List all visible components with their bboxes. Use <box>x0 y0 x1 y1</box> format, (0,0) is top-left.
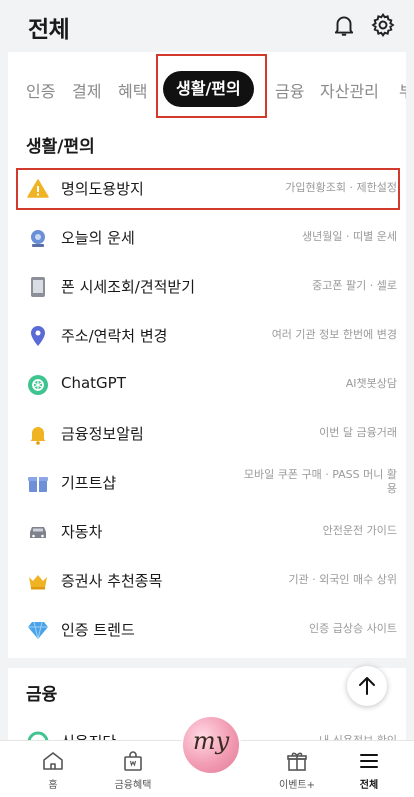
list-item-car[interactable]: 자동차 안전운전 가이드 <box>8 508 406 557</box>
category-tabs: 인증 결제 혜택 생활/편의 금융 자산관리 부 <box>8 52 406 124</box>
list-item-sub: 여러 기관 정보 한번에 변경 <box>271 328 397 341</box>
list-item-sub: 인증 급상승 사이트 <box>309 622 397 635</box>
my-button[interactable]: my <box>181 715 241 775</box>
car-icon <box>30 527 46 538</box>
fortune-icon <box>31 230 45 247</box>
nav-label: 전체 <box>359 780 379 791</box>
list-item-sub: AI챗봇상담 <box>345 377 397 390</box>
tab-asset[interactable]: 자산관리 <box>320 78 379 102</box>
list-item-stock-picks[interactable]: 증권사 추천종목 기관 · 외국인 매수 상위 <box>8 557 406 606</box>
my-logo-text: my <box>192 727 230 755</box>
list-item-sub: 이번 달 금융거래 <box>319 426 397 439</box>
list-item-label: 자동차 <box>61 523 103 541</box>
list-item-gift-shop[interactable]: 기프트샵 모바일 쿠폰 구매 · PASS 머니 활용 <box>8 459 406 508</box>
list-item-sub: 중고폰 팔기 · 셀로 <box>312 279 397 292</box>
location-pin-icon <box>31 326 45 346</box>
list-item-label: ChatGPT <box>61 374 126 392</box>
bell-icon <box>30 427 46 445</box>
tab-payment[interactable]: 결제 <box>72 78 101 102</box>
chatgpt-icon <box>28 375 48 395</box>
list-item-label: 폰 시세조회/견적받기 <box>61 278 196 296</box>
header: 전체 <box>0 0 414 52</box>
tab-benefit[interactable]: 혜택 <box>118 78 147 102</box>
list-item-sub: 생년월일 · 띠별 운세 <box>302 230 397 243</box>
list-item-sub: 모바일 쿠폰 구매 · PASS 머니 활용 <box>243 468 397 495</box>
home-icon <box>43 752 63 770</box>
phone-icon <box>31 277 45 297</box>
list-item-label: 증권사 추천종목 <box>61 572 163 590</box>
section-title-life: 생활/편의 <box>26 137 95 157</box>
list-item-sub: 안전운전 가이드 <box>322 524 397 537</box>
list-item-address-change[interactable]: 주소/연락처 변경 여러 기관 정보 한번에 변경 <box>8 312 406 361</box>
content-card: 인증 결제 혜택 생활/편의 금융 자산관리 부 생활/편의 명의도용방지 가입… <box>8 52 406 744</box>
list-item-auth-trend[interactable]: 인증 트렌드 인증 급상승 사이트 <box>8 606 406 655</box>
tab-more[interactable]: 부 <box>399 78 406 102</box>
gear-icon[interactable] <box>370 12 396 38</box>
list-item-label: 기프트샵 <box>61 474 117 492</box>
nav-finance-benefit[interactable]: 금융혜택 <box>98 749 168 791</box>
section-title-finance: 금융 <box>26 685 58 705</box>
list-item-fortune[interactable]: 오늘의 운세 생년월일 · 띠별 운세 <box>8 214 406 263</box>
arrow-up-icon <box>359 677 375 695</box>
gift-icon <box>287 752 307 771</box>
nav-home[interactable]: 홈 <box>18 749 88 791</box>
scroll-to-top-button[interactable] <box>347 666 387 706</box>
list-item-finance-alert[interactable]: 금융정보알림 이번 달 금융거래 <box>8 410 406 459</box>
bag-icon <box>124 751 142 771</box>
nav-label: 홈 <box>48 780 58 791</box>
menu-icon <box>360 754 378 768</box>
crown-icon <box>29 575 47 590</box>
page-title: 전체 <box>28 17 70 43</box>
bell-icon[interactable] <box>331 12 357 38</box>
tab-finance[interactable]: 금융 <box>275 78 304 102</box>
active-tab-highlight <box>156 54 267 118</box>
list-item-label: 오늘의 운세 <box>61 229 135 247</box>
list-item-label: 금융정보알림 <box>61 425 144 443</box>
list-item-label: 인증 트렌드 <box>61 621 135 639</box>
list-item-chatgpt[interactable]: ChatGPT AI챗봇상담 <box>8 361 406 410</box>
gift-icon <box>28 477 48 492</box>
nav-label: 금융혜택 <box>114 780 152 791</box>
list-item-phone-quote[interactable]: 폰 시세조회/견적받기 중고폰 팔기 · 셀로 <box>8 263 406 312</box>
nav-label: 이벤트+ <box>279 780 315 791</box>
diamond-icon <box>28 621 48 640</box>
tab-auth[interactable]: 인증 <box>26 78 55 102</box>
list-item-label: 주소/연락처 변경 <box>61 327 168 345</box>
row-highlight <box>16 168 400 210</box>
nav-event[interactable]: 이벤트+ <box>262 749 332 791</box>
nav-all[interactable]: 전체 <box>334 749 404 791</box>
list-item-sub: 기관 · 외국인 매수 상위 <box>288 573 397 586</box>
